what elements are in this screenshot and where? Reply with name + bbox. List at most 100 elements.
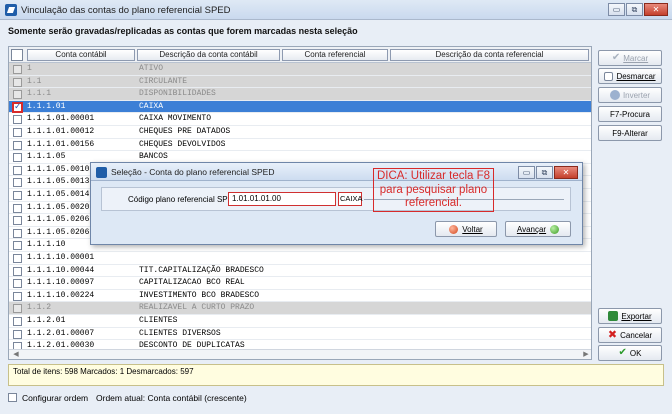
scroll-left-icon[interactable]: ◀ [11,350,21,359]
table-row[interactable]: 1.1.2.01 CLIENTES [9,315,591,328]
row-checkbox[interactable] [13,65,22,74]
table-row[interactable]: 1.1 CIRCULANTE [9,75,591,89]
row-account-code: 1.1.1.05.0206 [27,227,90,237]
voltar-button[interactable]: Voltar [435,221,497,237]
table-row[interactable]: 1.1.1.10.00044 TIT.CAPITALIZAÇÃO BRADESCO [9,265,591,278]
row-checkbox[interactable] [13,279,22,289]
row-account-code: 1.1.1.05.0010 [27,164,90,174]
table-row[interactable]: 1.1.1.01.00156 CHEQUES DEVOLVIDOS [9,139,591,152]
table-row[interactable]: 1.1.1.10.00224 INVESTIMENTO BCO BRADESCO [9,290,591,303]
table-row[interactable]: 1.1.1.10.00097 CAPITALIZACAO BCO REAL [9,277,591,290]
row-checkbox[interactable] [13,304,22,314]
row-checkbox[interactable] [12,101,23,113]
row-account-description: CAIXA MOVIMENTO [139,114,212,124]
row-account-code: 1.1.1.05.0020 [27,202,90,212]
avancar-button[interactable]: Avançar [505,221,571,237]
back-arrow-icon [449,224,459,234]
selection-notice: Somente serão gravadas/replicadas as con… [8,26,358,36]
row-account-code: 1.1.1.10.00097 [27,278,95,288]
row-account-description: CAPITALIZACAO BCO REAL [139,278,245,288]
row-checkbox[interactable] [13,191,22,200]
row-checkbox[interactable] [13,90,22,100]
checkmark-icon: ✔ [611,52,621,63]
row-account-description: ATIVO [139,64,164,73]
window-title: Vinculação das contas do plano referenci… [21,5,231,16]
row-account-description: CHEQUES PRE DATADOS [139,127,231,136]
row-checkbox[interactable] [13,254,22,263]
row-checkbox[interactable] [13,77,22,87]
row-account-description: INVESTIMENTO BCO BRADESCO [139,290,260,300]
row-checkbox[interactable] [13,128,22,137]
dialog-minimize-button[interactable]: ▭ [518,166,535,179]
scroll-right-icon[interactable]: ▶ [581,350,591,359]
marcar-button[interactable]: ✔ Marcar [598,50,662,66]
current-order-label: Ordem atual: Conta contábil (crescente) [96,393,247,403]
row-account-code: 1.1.1.01 [27,101,66,111]
row-checkbox[interactable] [13,165,22,175]
header-checkbox[interactable] [11,49,23,61]
row-account-description: CAIXA [139,101,164,111]
row-account-description: CLIENTES [139,316,178,325]
row-checkbox[interactable] [13,115,22,125]
row-account-description: DISPONIBILIDADES [139,89,216,99]
row-checkbox[interactable] [13,241,22,251]
row-account-code: 1.1.1.10.00001 [27,253,95,262]
row-checkbox[interactable] [13,178,22,188]
row-account-code: 1.1.1.05 [27,152,66,162]
row-checkbox[interactable] [13,203,22,213]
ok-button[interactable]: ✔ OK [598,345,662,361]
dialog-title: Seleção - Conta do plano referencial SPE… [111,167,275,177]
dialog-maximize-button[interactable]: ⧉ [536,166,553,179]
exportar-button[interactable]: Exportar [598,308,662,324]
inverter-button[interactable]: Inverter [598,87,662,103]
row-checkbox[interactable] [13,216,22,226]
column-conta-contabil[interactable]: Conta contábil [27,49,135,61]
table-row[interactable]: 1.1.1 DISPONIBILIDADES [9,88,591,101]
close-x-icon: ✖ [607,328,618,341]
row-checkbox[interactable] [13,140,22,150]
grid-header: Conta contábil Descrição da conta contáb… [9,47,591,63]
column-conta-referencial[interactable]: Conta referencial [282,49,388,61]
row-account-code: 1.1.1.01.00001 [27,114,95,124]
row-account-code: 1.1.2.01.00007 [27,328,95,338]
desmarcar-button[interactable]: Desmarcar [598,68,662,84]
codigo-plano-description: CAIXA [338,192,363,206]
close-button[interactable]: ✕ [644,3,668,16]
dialog-window-controls: ▭ ⧉ ✕ [517,166,578,179]
row-checkbox[interactable] [13,153,22,163]
row-checkbox[interactable] [13,329,22,339]
table-row[interactable]: 1.1.1.01.00012 CHEQUES PRE DATADOS [9,126,591,139]
tip-annotation: DICA: Utilizar tecla F8 para pesquisar p… [373,168,494,212]
row-account-code: 1.1.1.10 [27,240,66,250]
maximize-button[interactable]: ⧉ [626,3,643,16]
row-checkbox[interactable] [13,266,22,276]
row-account-code: 1.1 [27,76,42,86]
row-checkbox[interactable] [13,317,22,326]
configurar-ordem-label: Configurar ordem [22,393,89,403]
cancelar-button[interactable]: ✖ Cancelar [598,327,662,343]
row-account-code: 1.1.1.10.00224 [27,290,95,300]
dialog-app-icon [96,167,107,178]
configurar-ordem-checkbox[interactable] [8,393,17,402]
horizontal-scrollbar[interactable]: ◀ ▶ [9,349,591,359]
alterar-button[interactable]: F9-Alterar [598,125,662,141]
table-row[interactable]: 1 ATIVO [9,63,591,76]
dialog-close-button[interactable]: ✕ [554,166,578,179]
table-row[interactable]: 1.1.1.10.00001 [9,252,591,265]
row-checkbox[interactable] [13,228,22,238]
table-row[interactable]: 1.1.1.01.00001 CAIXA MOVIMENTO [9,113,591,126]
table-row[interactable]: 1.1.2.01.00007 CLIENTES DIVERSOS [9,328,591,341]
procura-button[interactable]: F7-Procura [598,106,662,122]
table-row[interactable]: 1.1.1.01 CAIXA [9,100,591,114]
column-descricao-conta-referencial[interactable]: Descrição da conta referencial [390,49,589,61]
table-row[interactable]: 1.1.2 REALIZAVEL A CURTO PRAZO [9,302,591,315]
minimize-button[interactable]: ▭ [608,3,625,16]
column-descricao-conta-contabil[interactable]: Descrição da conta contábil [137,49,280,61]
row-account-code: 1.1.2 [27,303,52,313]
bottom-bar: Configurar ordem Ordem atual: Conta cont… [8,391,664,407]
row-account-code: 1.1.1.01.00156 [27,139,95,149]
forward-arrow-icon [550,224,560,234]
row-checkbox[interactable] [13,291,22,301]
codigo-plano-input[interactable]: 1.01.01.01.00 [228,192,336,206]
swap-icon [609,90,620,100]
